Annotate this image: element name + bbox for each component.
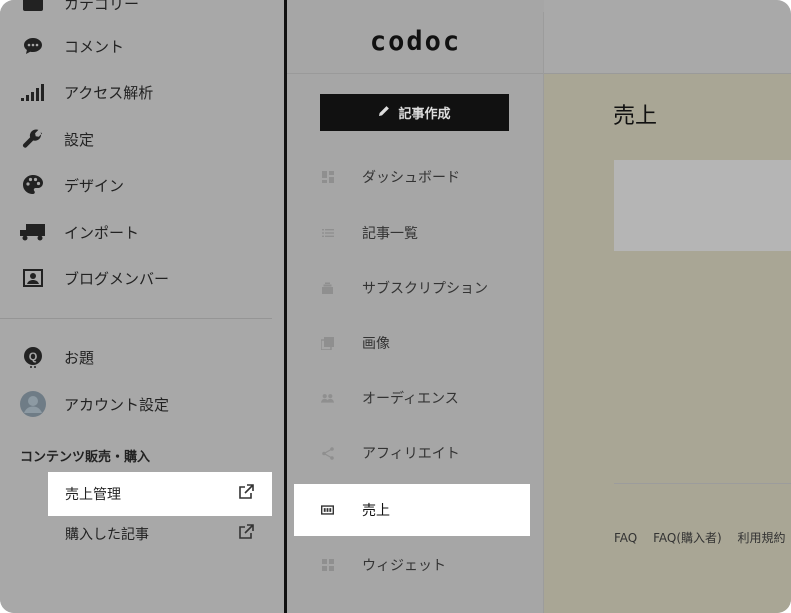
nav-item-label: 画像 <box>362 336 390 352</box>
sidebar-subitem-label: 購入した記事 <box>65 527 149 543</box>
page-title: 売上 <box>613 104 658 129</box>
signal-bars-icon <box>20 81 46 103</box>
sidebar-item-label: アクセス解析 <box>64 83 154 102</box>
sidebar-item-odai[interactable]: Q お題 <box>20 342 94 372</box>
section-title-content-sales: コンテンツ販売・購入 <box>20 450 151 465</box>
sidebar-divider <box>0 318 272 319</box>
sales-icon <box>321 504 334 517</box>
sales-summary-card <box>614 160 791 251</box>
nav-item-dashboard[interactable]: ダッシュボード <box>294 151 530 203</box>
nav-item-label: 記事一覧 <box>362 226 418 242</box>
external-link-icon <box>238 484 254 504</box>
nav-item-affiliate[interactable]: アフィリエイト <box>294 427 530 479</box>
nav-item-sales[interactable]: 売上 <box>294 484 530 536</box>
external-link-icon <box>238 524 254 544</box>
sidebar-subitem-label: 売上管理 <box>65 487 121 503</box>
sidebar-item-account-settings[interactable]: アカウント設定 <box>20 389 169 419</box>
nav-item-widget[interactable]: ウィジェット <box>294 539 530 591</box>
sidebar-item-label: ブログメンバー <box>64 269 170 288</box>
nav-item-label: オーディエンス <box>362 391 459 407</box>
footer-divider <box>614 483 791 484</box>
sidebar-subitem-sales-management[interactable]: 売上管理 <box>48 472 272 516</box>
nav-item-label: サブスクリプション <box>362 281 488 297</box>
truck-icon <box>20 221 46 243</box>
sidebar-item-comment[interactable]: コメント <box>20 31 124 61</box>
codoc-logo[interactable]: codoc <box>287 26 544 57</box>
sidebar-item-label: 設定 <box>64 130 95 149</box>
footer-link-terms[interactable]: 利用規約 <box>738 531 786 545</box>
create-article-label: 記事作成 <box>398 107 451 122</box>
sidebar-item-label: インポート <box>64 223 140 242</box>
palette-icon <box>20 174 46 196</box>
sidebar-item-label: カテゴリー <box>64 0 140 13</box>
svg-text:Q: Q <box>29 351 38 363</box>
nav-item-label: アフィリエイト <box>362 446 460 462</box>
footer-link-faq[interactable]: FAQ <box>614 531 637 545</box>
dashboard-icon <box>321 171 334 184</box>
wrench-icon <box>20 128 46 150</box>
nav-item-label: 売上 <box>362 503 390 519</box>
comment-icon <box>20 35 46 57</box>
nav-item-label: ダッシュボード <box>362 170 460 186</box>
pencil-icon <box>378 105 390 121</box>
nav-item-subscription[interactable]: サブスクリプション <box>294 262 530 314</box>
list-icon <box>321 227 334 240</box>
odai-icon: Q <box>20 346 46 368</box>
sidebar-item-design[interactable]: デザイン <box>20 170 124 200</box>
subscription-icon <box>321 282 334 295</box>
sidebar-item-import[interactable]: インポート <box>20 217 139 247</box>
nav-item-article-list[interactable]: 記事一覧 <box>294 207 530 259</box>
sidebar-item-label: コメント <box>64 37 125 56</box>
sidebar-item-members[interactable]: ブログメンバー <box>20 263 169 293</box>
nav-item-images[interactable]: 画像 <box>294 317 530 369</box>
member-card-icon <box>20 267 46 289</box>
sidebar-item-label: デザイン <box>64 176 125 195</box>
sidebar-subitem-purchased-articles[interactable]: 購入した記事 <box>48 512 272 556</box>
app-window: カテゴリー コメント アクセス解析 設定 デザイン インポート ブログメンバー … <box>0 0 791 613</box>
footer-link-faq-buyer[interactable]: FAQ(購入者) <box>653 531 722 545</box>
avatar-icon <box>20 391 46 417</box>
footer-links: FAQ FAQ(購入者) 利用規約 <box>614 529 791 546</box>
image-icon <box>321 336 334 350</box>
sidebar-item-settings[interactable]: 設定 <box>20 124 94 154</box>
sidebar-item-category[interactable]: カテゴリー <box>20 0 139 18</box>
sidebar-item-label: アカウント設定 <box>64 395 170 414</box>
sidebar-item-label: お題 <box>64 348 95 367</box>
audience-icon <box>321 392 334 405</box>
share-icon <box>321 446 334 460</box>
nav-item-label: ウィジェット <box>362 558 446 574</box>
nav-item-audience[interactable]: オーディエンス <box>294 372 530 424</box>
sidebar-item-analytics[interactable]: アクセス解析 <box>20 77 153 107</box>
folder-icon <box>20 0 46 14</box>
create-article-button[interactable]: 記事作成 <box>320 94 509 131</box>
widget-icon <box>321 559 334 572</box>
